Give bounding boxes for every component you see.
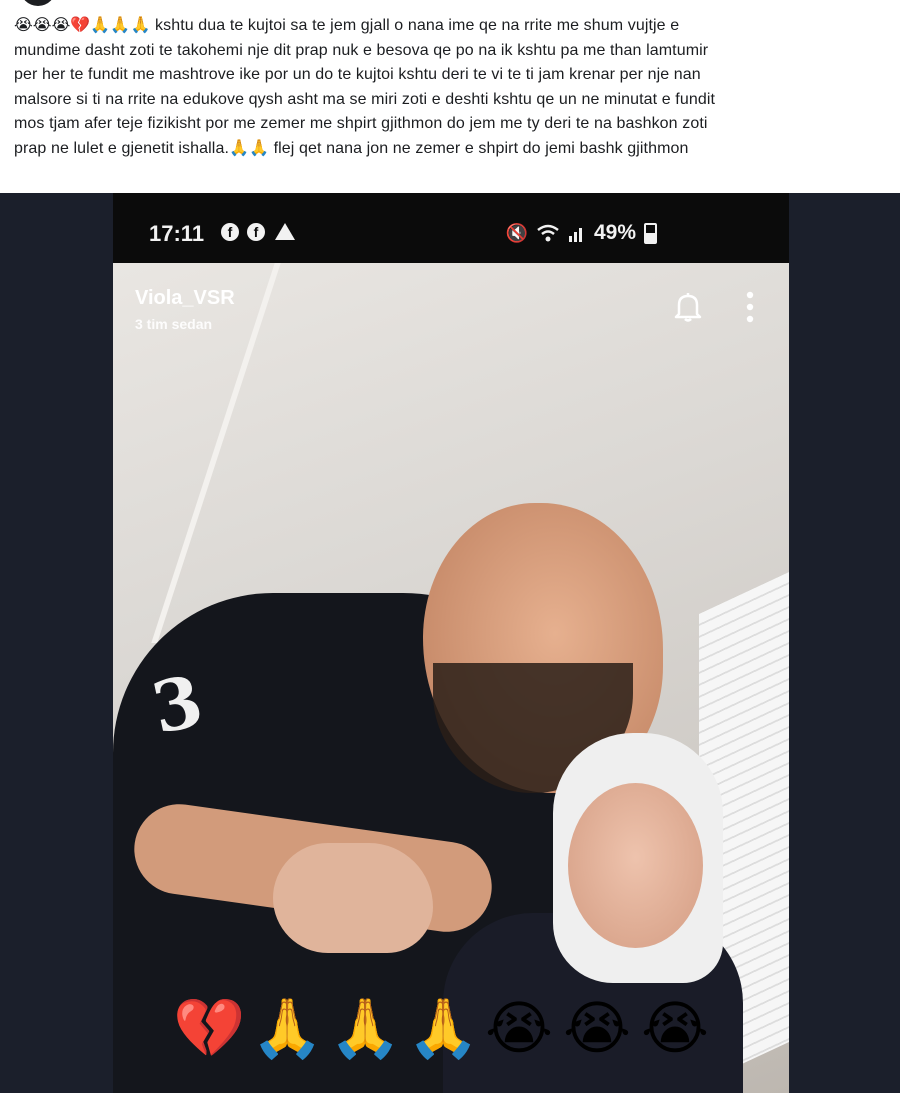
woman-face xyxy=(568,783,703,948)
post-text-line: per her te fundit me mashtrove ike por u… xyxy=(14,66,701,83)
crying-emoji: 😭 xyxy=(485,994,553,1062)
post-text-line: mos tjam afer teje fizikisht por me zeme… xyxy=(14,115,708,132)
status-time: 17:11 xyxy=(149,221,205,246)
status-bar: 17:11 f f 🔇 49% xyxy=(113,193,789,263)
battery-icon xyxy=(644,222,657,244)
broken-heart-emoji: 💔 xyxy=(173,994,246,1062)
story-username[interactable]: Viola_VSR xyxy=(135,287,235,310)
battery-percent: 49% xyxy=(593,221,636,244)
crying-emoji: 😭 xyxy=(641,994,709,1062)
crying-emoji: 😭 xyxy=(563,994,631,1062)
post-text-line: mundime dasht zoti te takohemi nje dit p… xyxy=(14,41,709,59)
signal-icon xyxy=(568,228,582,242)
phone-screenshot: 17:11 f f 🔇 49% 3 Viola_VSR 3 tim sedan … xyxy=(113,193,789,1093)
pray-emoji: 🙏 xyxy=(329,994,402,1062)
story-header: Viola_VSR 3 tim sedan xyxy=(135,287,235,332)
pray-emoji: 🙏 xyxy=(407,994,480,1062)
author-avatar[interactable] xyxy=(20,0,56,6)
post-image[interactable]: 17:11 f f 🔇 49% 3 Viola_VSR 3 tim sedan … xyxy=(0,193,900,1093)
mute-icon: 🔇 xyxy=(505,222,528,243)
post-text-line: malsore si ti na rrite na edukove qysh a… xyxy=(14,90,716,108)
clasped-hands xyxy=(273,843,433,953)
story-time: 3 tim sedan xyxy=(135,316,213,332)
status-indicators: 🔇 49% xyxy=(506,221,657,245)
bell-icon[interactable] xyxy=(673,291,703,323)
wifi-icon xyxy=(537,224,559,242)
facebook-icon: f xyxy=(247,223,265,241)
story-photo: 3 Viola_VSR 3 tim sedan 💔 🙏 🙏 🙏 😭 😭 😭 xyxy=(113,263,789,1093)
more-vertical-icon[interactable] xyxy=(745,291,755,323)
warning-icon xyxy=(275,223,295,240)
battery-fill xyxy=(646,233,655,242)
story-reactions: 💔 🙏 🙏 🙏 😭 😭 😭 xyxy=(173,993,709,1063)
notification-icons: f f xyxy=(221,223,295,241)
facebook-icon: f xyxy=(221,223,239,241)
post-text-line: prap ne lulet e gjenetit ishalla.🙏🙏 flej… xyxy=(14,139,689,157)
post-text-line: 😭😭😭💔🙏🙏🙏 kshtu dua te kujtoi sa te jem gj… xyxy=(14,17,680,34)
pray-emoji: 🙏 xyxy=(251,994,324,1062)
post-text: 😭😭😭💔🙏🙏🙏 kshtu dua te kujtoi sa te jem gj… xyxy=(14,14,886,161)
